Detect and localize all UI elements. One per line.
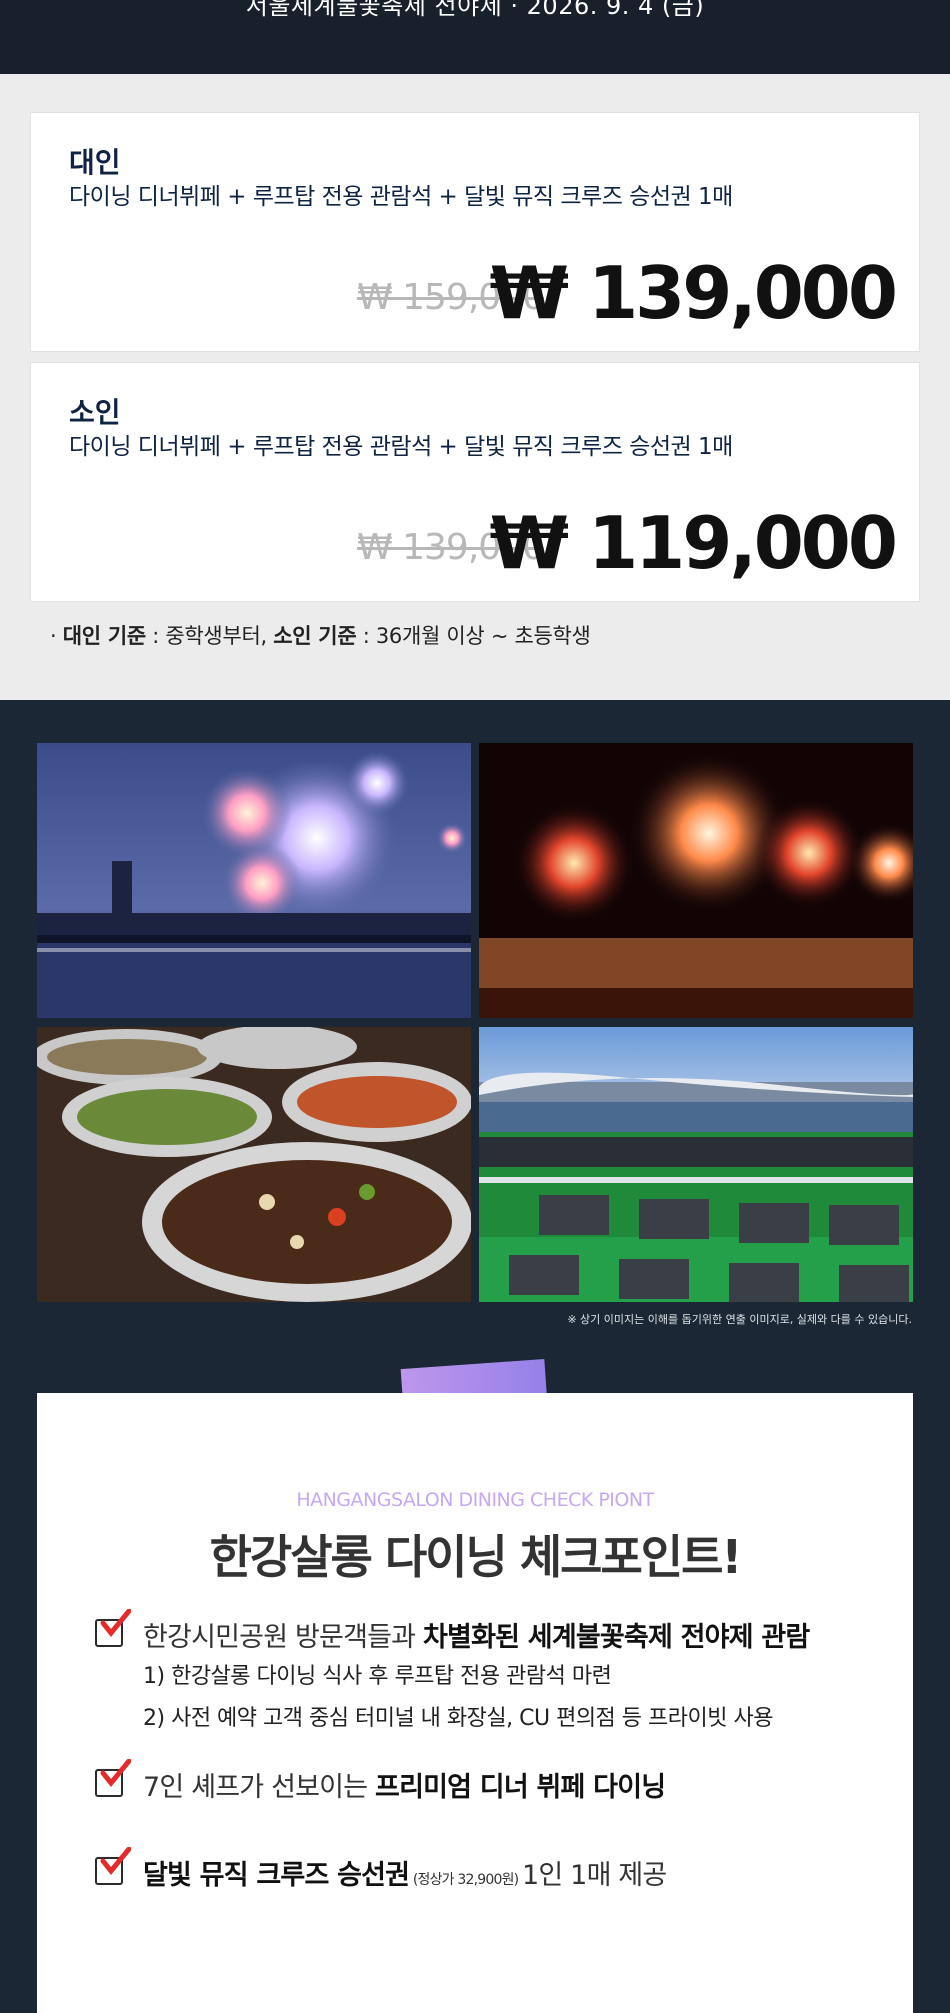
fireworks-city-photo	[37, 743, 471, 1018]
photo-gallery: ※ 상기 이미지는 이해를 돕기위한 연출 이미지로, 실제와 다를 수 있습니…	[0, 700, 950, 1390]
child-criteria-label: 소인 기준	[273, 624, 357, 648]
top-banner: 서울세계불꽃축제 전야제 · 2026. 9. 4 (금)	[0, 0, 950, 74]
checkpoint-bold-text: 차별화된 세계불꽃축제 전야제 관람	[423, 1622, 810, 1653]
checkpoint-normal-text: 한강시민공원 방문객들과	[143, 1622, 424, 1653]
ticket-description: 다이닝 디너뷔페 + 루프탑 전용 관람석 + 달빛 뮤직 크루즈 승선권 1매	[69, 434, 733, 460]
fireworks-river-photo	[479, 743, 913, 1018]
checkpoint-bold-text: 달빛 뮤직 크루즈 승선권	[143, 1860, 410, 1891]
price-section: 대인 다이닝 디너뷔페 + 루프탑 전용 관람석 + 달빛 뮤직 크루즈 승선권…	[0, 74, 950, 700]
buffet-food-photo	[37, 1027, 471, 1302]
checkpoint-normal-text: 7인 셰프가 선보이는	[143, 1772, 376, 1803]
child-criteria-text: : 36개월 이상 ~ 초등학생	[356, 624, 591, 648]
checkpoint-text: 달빛 뮤직 크루즈 승선권 (정상가 32,900원) 1인 1매 제공	[143, 1853, 667, 1892]
checkpoint-subitem: 1) 한강살롱 다이닝 식사 후 루프탑 전용 관람석 마련	[143, 1664, 612, 1689]
adult-criteria-text: : 중학생부터,	[145, 624, 274, 648]
event-date-text: 서울세계불꽃축제 전야제 · 2026. 9. 4 (금)	[245, 0, 705, 20]
ticket-description: 다이닝 디너뷔페 + 루프탑 전용 관람석 + 달빛 뮤직 크루즈 승선권 1매	[69, 184, 733, 210]
checkpoint-title: 한강살롱 다이닝 체크포인트!	[209, 1530, 743, 1584]
ticket-name: 대인	[69, 146, 121, 179]
check-icon	[100, 1847, 131, 1875]
checkpoint-normal-text: 1인 1매 제공	[521, 1860, 667, 1891]
adult-criteria-label: 대인 기준	[62, 624, 146, 648]
dining-checkpoint-card: HANGANGSALON DINING CHECK PIONT 한강살롱 다이닝…	[37, 1393, 913, 2013]
checkpoint-item: 달빛 뮤직 크루즈 승선권 (정상가 32,900원) 1인 1매 제공	[95, 1847, 667, 1892]
ticket-name: 소인	[69, 396, 121, 429]
checkpoint-subitem: 2) 사전 예약 고객 중심 터미널 내 화장실, CU 편의점 등 프라이빗 …	[143, 1706, 773, 1731]
sale-price: ₩ 139,000	[489, 251, 898, 335]
regular-price-note: (정상가 32,900원)	[409, 1872, 522, 1888]
checkpoint-item: 한강시민공원 방문객들과 차별화된 세계불꽃축제 전야제 관람 1) 한강살롱 …	[95, 1609, 810, 1740]
rooftop-seating-photo	[479, 1027, 913, 1302]
price-card-child: 소인 다이닝 디너뷔페 + 루프탑 전용 관람석 + 달빛 뮤직 크루즈 승선권…	[30, 362, 920, 602]
image-disclaimer: ※ 상기 이미지는 이해를 돕기위한 연출 이미지로, 실제와 다를 수 있습니…	[567, 1313, 912, 1326]
sale-price: ₩ 119,000	[489, 501, 898, 585]
check-icon	[100, 1609, 131, 1637]
checkpoint-subtitle: HANGANGSALON DINING CHECK PIONT	[296, 1489, 654, 1511]
price-card-adult: 대인 다이닝 디너뷔페 + 루프탑 전용 관람석 + 달빛 뮤직 크루즈 승선권…	[30, 112, 920, 352]
checkpoint-item: 7인 셰프가 선보이는 프리미엄 디너 뷔페 다이닝	[95, 1759, 666, 1804]
checkpoint-bold-text: 프리미엄 디너 뷔페 다이닝	[375, 1772, 666, 1803]
check-icon	[100, 1759, 131, 1787]
checkpoint-text: 7인 셰프가 선보이는 프리미엄 디너 뷔페 다이닝	[143, 1765, 666, 1804]
age-criteria-note: · 대인 기준 : 중학생부터, 소인 기준 : 36개월 이상 ~ 초등학생	[50, 620, 920, 650]
checkpoint-text: 한강시민공원 방문객들과 차별화된 세계불꽃축제 전야제 관람	[143, 1615, 810, 1654]
note-prefix: ·	[50, 624, 63, 648]
